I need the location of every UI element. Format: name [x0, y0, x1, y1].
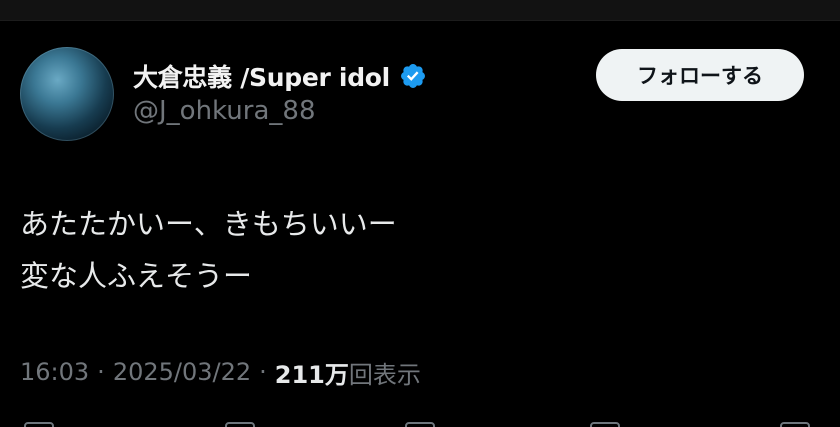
display-name-row: 大倉忠義 /Super idol [133, 58, 427, 94]
tweet-text-line: あたたかいー、きもちいいー [20, 207, 397, 241]
repost-icon[interactable] [225, 422, 255, 427]
display-name[interactable]: 大倉忠義 /Super idol [133, 58, 390, 94]
views-label: 回表示 [348, 360, 421, 389]
views-count[interactable]: 211万 [275, 355, 349, 390]
tweet-text: あたたかいー、きもちいいー 変な人ふえそうー [20, 198, 397, 302]
tweet-text-line: 変な人ふえそうー [20, 259, 253, 293]
tweet-time[interactable]: 16:03 [20, 358, 89, 386]
like-icon[interactable] [405, 422, 435, 427]
reply-icon[interactable] [24, 422, 54, 427]
meta-separator: · [97, 358, 105, 386]
tweet-date[interactable]: 2025/03/22 [113, 358, 251, 386]
bookmark-icon[interactable] [590, 422, 620, 427]
verified-badge-icon[interactable] [399, 62, 427, 90]
share-icon[interactable] [780, 422, 810, 427]
top-bar [0, 0, 840, 21]
avatar[interactable] [20, 47, 114, 141]
meta-separator: · [259, 358, 267, 386]
tweet-meta: 16:03 · 2025/03/22 · 211万 回表示 [20, 352, 421, 392]
tweet-page: 大倉忠義 /Super idol @J_ohkura_88 フォローする あたた… [0, 0, 840, 427]
user-handle[interactable]: @J_ohkura_88 [133, 96, 316, 126]
action-bar [0, 420, 840, 427]
follow-button[interactable]: フォローする [596, 49, 804, 101]
